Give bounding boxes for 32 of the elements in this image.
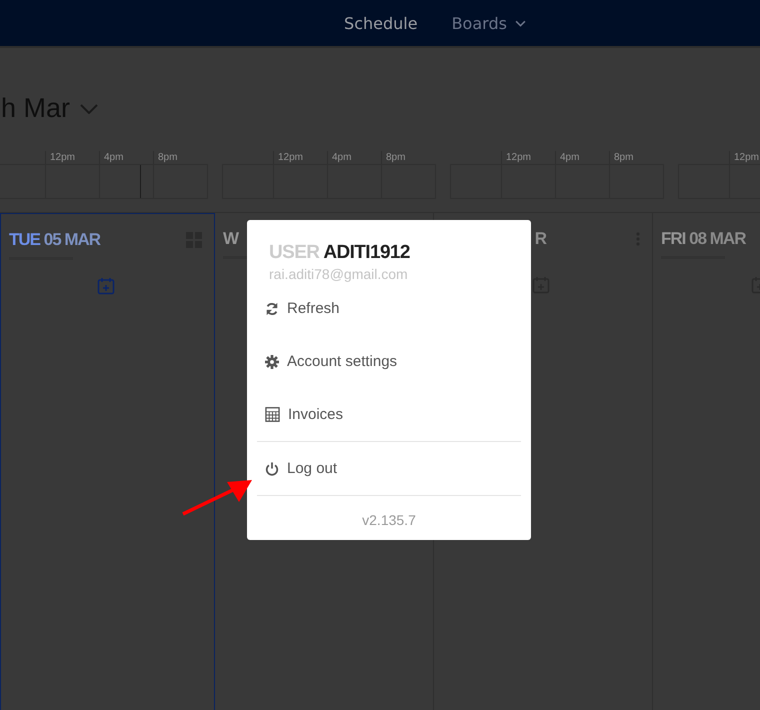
power-icon — [265, 462, 279, 476]
time-label: 12pm — [729, 151, 760, 164]
day-title: FRI 08 MAR — [661, 229, 746, 249]
time-label: 12pm — [45, 151, 99, 164]
chevron-down-icon[interactable] — [80, 104, 98, 114]
day-title: R — [534, 229, 546, 249]
menu-item[interactable]: Log out — [257, 442, 521, 495]
time-label: 12pm — [273, 151, 327, 164]
add-event-icon[interactable] — [96, 277, 114, 295]
day-column[interactable]: TUE 05 MAR — [0, 213, 215, 710]
time-label: 4pm — [327, 151, 381, 164]
time-label: 8pm — [609, 151, 663, 164]
menu-item[interactable]: Account settings — [257, 335, 521, 388]
nav-link[interactable]: Boards — [452, 14, 526, 32]
nav-link[interactable]: Schedule — [344, 14, 418, 32]
time-label: 4pm — [99, 151, 153, 164]
add-event-icon[interactable] — [532, 276, 550, 294]
time-label: 8pm — [153, 151, 207, 164]
time-label: 4pm — [555, 151, 609, 164]
user-email: rai.aditi78@gmail.com — [268, 266, 409, 282]
chevron-down-icon — [514, 20, 526, 26]
day-title: TUE 05 MAR — [9, 230, 100, 250]
menu-item[interactable]: Invoices — [257, 388, 521, 441]
day-title: W — [223, 229, 238, 249]
menu-item[interactable]: Refresh — [257, 282, 521, 335]
settings-icon — [265, 354, 279, 368]
version-label: v2.135.7 — [361, 511, 417, 528]
refresh-icon — [265, 302, 279, 316]
day-column[interactable]: FRI 08 MAR — [653, 213, 760, 710]
calculator-icon — [265, 407, 280, 422]
time-label: 8pm — [381, 151, 435, 164]
time-label: 12pm — [501, 151, 555, 164]
